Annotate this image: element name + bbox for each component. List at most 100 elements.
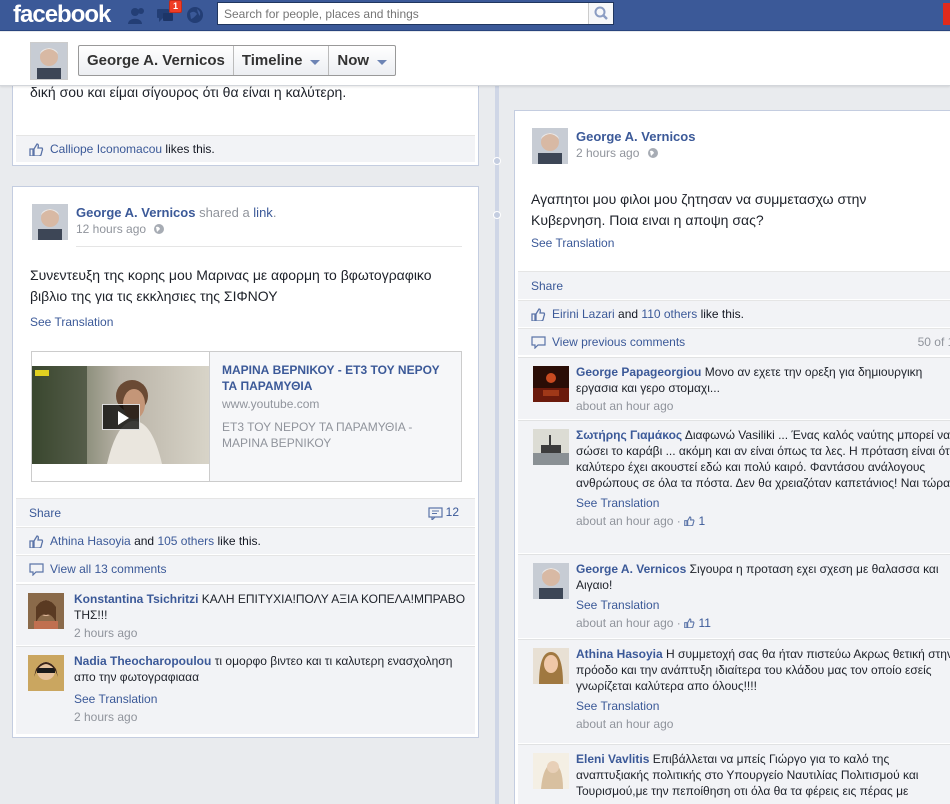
avatar[interactable]: [533, 563, 569, 599]
right-post-story: George A. Vernicos 2 hours ago Αγαπητοι …: [514, 110, 950, 804]
avatar[interactable]: [28, 593, 64, 629]
likers-row: Eirini Lazari and 110 others like this.: [518, 300, 950, 327]
view-all-comments-row[interactable]: View all 13 comments: [16, 555, 475, 582]
see-translation-link[interactable]: See Translation: [576, 597, 950, 613]
likes-suffix: likes this.: [165, 142, 215, 156]
link-preview[interactable]: ΜΑΡΙΝΑ ΒΕΡΝΙΚΟΥ - ΕΤ3 ΤΟΥ ΝΕΡΟΥ ΤΑ ΠΑΡΑΜ…: [31, 351, 462, 482]
comment-likes-count: 1: [698, 514, 706, 528]
comment-body: Nadia Theocharopoulou τι ομορφο βιντεο κ…: [74, 653, 469, 725]
comment-icon: [428, 507, 443, 520]
post-header: George A. Vernicos shared a link.: [76, 205, 276, 220]
tab-label: George A. Vernicos: [87, 52, 225, 69]
play-icon[interactable]: [102, 404, 140, 430]
view-previous-comments-row[interactable]: View previous comments 50 of 14: [518, 328, 950, 355]
avatar[interactable]: [30, 42, 68, 80]
notification-badge[interactable]: 1: [169, 0, 183, 13]
comment-likes[interactable]: 1: [684, 514, 705, 528]
like-icon: [531, 307, 546, 321]
view-all-comments-link[interactable]: View all 13 comments: [50, 562, 167, 576]
comment-likes-count: 11: [698, 616, 711, 630]
tab-now[interactable]: Now: [329, 46, 395, 75]
others-link[interactable]: 110 others: [641, 307, 697, 321]
public-globe-icon[interactable]: [647, 147, 659, 159]
avatar[interactable]: [32, 204, 68, 240]
friends-icon[interactable]: [127, 5, 147, 25]
comment-time[interactable]: about an hour ago: [576, 399, 673, 413]
avatar[interactable]: [28, 655, 64, 691]
comment-time[interactable]: about an hour ago: [576, 514, 673, 528]
like-icon: [29, 142, 44, 156]
comment-pager: 50 of 14: [917, 335, 950, 349]
comment-time[interactable]: about an hour ago: [576, 616, 673, 630]
comment-author[interactable]: Nadia Theocharopoulou: [74, 654, 211, 668]
like-icon: [684, 618, 695, 629]
timestamp[interactable]: 12 hours ago: [76, 222, 146, 236]
comment-icon: [531, 336, 546, 350]
share-link[interactable]: Share: [29, 506, 61, 520]
likers-row: Calliope Iconomacou likes this.: [16, 135, 475, 162]
facebook-logo[interactable]: facebook: [13, 1, 111, 29]
timestamp[interactable]: 2 hours ago: [576, 146, 639, 160]
avatar[interactable]: [532, 128, 568, 164]
see-translation-link[interactable]: See Translation: [74, 691, 469, 707]
post-meta: 12 hours ago: [76, 222, 165, 236]
avatar[interactable]: [533, 366, 569, 402]
tab-profile-name[interactable]: George A. Vernicos: [79, 46, 234, 75]
share-link[interactable]: Share: [531, 279, 563, 293]
link-preview-text: ΜΑΡΙΝΑ ΒΕΡΝΙΚΟΥ - ΕΤ3 ΤΟΥ ΝΕΡΟΥ ΤΑ ΠΑΡΑΜ…: [209, 352, 461, 481]
likers-and: and: [134, 534, 155, 548]
video-thumbnail[interactable]: [32, 352, 209, 481]
comment-time[interactable]: 2 hours ago: [74, 710, 137, 724]
post-message: Συνεντευξη της κορης μου Μαρινας με αφορ…: [30, 265, 432, 307]
search-button[interactable]: [588, 3, 613, 24]
caret-down-icon: [377, 60, 388, 65]
liker-link[interactable]: Athina Hasoyia: [50, 534, 131, 548]
avatar[interactable]: [533, 429, 569, 465]
likers-row: Athina Hasoyia and 105 others like this.: [16, 527, 475, 554]
like-icon: [684, 516, 695, 527]
comment-author[interactable]: George Papageorgiou: [576, 365, 701, 379]
liker-link[interactable]: Calliope Iconomacou: [50, 142, 162, 156]
public-globe-icon[interactable]: [153, 223, 165, 235]
see-translation-link[interactable]: See Translation: [576, 495, 950, 511]
comment-author[interactable]: Eleni Vavlitis: [576, 752, 649, 766]
message-line: βιβλιο της για τις εκκλησιες της ΣΙΦΝΟΥ: [30, 288, 278, 304]
others-link[interactable]: 105 others: [157, 534, 214, 548]
see-translation-link[interactable]: See Translation: [30, 315, 113, 329]
comment-item: George Papageorgiou Μονο αν εχετε την ορ…: [518, 357, 950, 419]
comment-author[interactable]: Σωτήρης Γιαμάκος: [576, 428, 682, 442]
profile-corner-badge[interactable]: [943, 3, 950, 25]
avatar[interactable]: [533, 753, 569, 789]
likers-suffix: like this.: [700, 307, 744, 321]
comment-body: Σωτήρης Γιαμάκος Διαφωνώ Vasiliki ... Έν…: [576, 427, 950, 529]
divider: [76, 246, 462, 247]
tab-timeline[interactable]: Timeline: [234, 46, 330, 75]
search-input[interactable]: [218, 3, 588, 24]
comment-author[interactable]: Konstantina Tsichritzi: [74, 592, 198, 606]
tab-label: Timeline: [241, 52, 303, 69]
view-previous-comments-link[interactable]: View previous comments: [552, 335, 685, 349]
liker-link[interactable]: Eirini Lazari: [552, 307, 615, 321]
globe-icon[interactable]: [185, 5, 205, 25]
avatar[interactable]: [533, 648, 569, 684]
comment-count[interactable]: 12: [428, 505, 459, 520]
author-link[interactable]: George A. Vernicos: [76, 205, 195, 220]
see-translation-link[interactable]: See Translation: [531, 236, 614, 250]
comment-likes[interactable]: 11: [684, 616, 711, 630]
see-translation-link[interactable]: See Translation: [576, 698, 950, 714]
nav-tabs: George A. Vernicos Timeline Now: [78, 45, 397, 76]
comment-time[interactable]: about an hour ago: [576, 717, 673, 731]
tab-label: Now: [337, 52, 370, 69]
like-icon: [29, 534, 44, 548]
comment-time[interactable]: 2 hours ago: [74, 626, 137, 640]
left-post-story: George A. Vernicos shared a link. 12 hou…: [12, 186, 479, 738]
comment-author[interactable]: George A. Vernicos: [576, 562, 686, 576]
timeline-navigation: George A. Vernicos Timeline Now: [0, 32, 950, 86]
comment-icon: [29, 562, 44, 576]
comment-author[interactable]: Athina Hasoyia: [576, 647, 663, 661]
shared-link[interactable]: link: [253, 205, 273, 220]
spine-marker: [493, 157, 501, 165]
comment-body: George Papageorgiou Μονο αν εχετε την ορ…: [576, 364, 950, 414]
link-title[interactable]: ΜΑΡΙΝΑ ΒΕΡΝΙΚΟΥ - ΕΤ3 ΤΟΥ ΝΕΡΟΥ ΤΑ ΠΑΡΑΜ…: [222, 362, 449, 394]
author-link[interactable]: George A. Vernicos: [576, 129, 695, 144]
